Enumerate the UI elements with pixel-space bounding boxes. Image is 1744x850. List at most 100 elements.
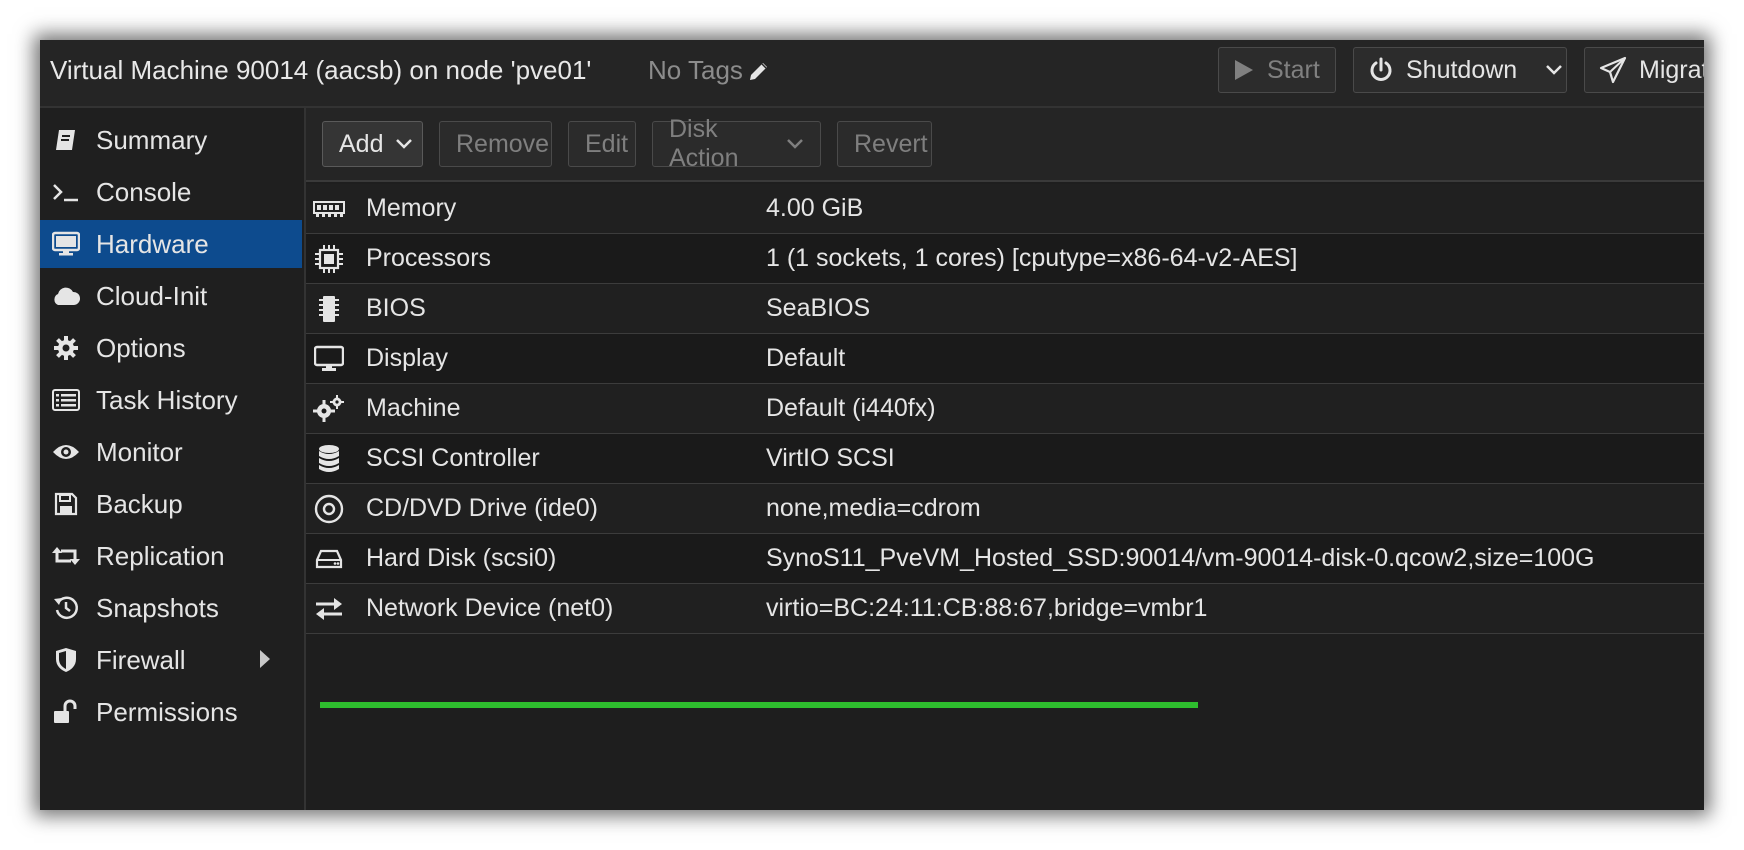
row-name: SCSI Controller: [366, 444, 540, 472]
row-value: Default: [766, 344, 846, 372]
migrate-button[interactable]: Migrate: [1584, 47, 1704, 93]
sidebar-item-summary[interactable]: Summary: [40, 116, 302, 164]
table-row[interactable]: Machine Default (i440fx): [306, 384, 1704, 434]
sidebar-item-monitor[interactable]: Monitor: [40, 428, 302, 476]
sidebar-item-label: Permissions: [96, 696, 238, 727]
database-icon: [312, 442, 346, 476]
chevron-down-icon[interactable]: [1545, 64, 1563, 76]
table-row[interactable]: CD/DVD Drive (ide0) none,media=cdrom: [306, 484, 1704, 534]
sidebar: Summary Console Hardware Cloud-Init Opti…: [40, 108, 306, 810]
memory-icon: [312, 192, 346, 226]
row-value: SeaBIOS: [766, 294, 871, 322]
table-row[interactable]: BIOS SeaBIOS: [306, 284, 1704, 334]
gear-icon: [50, 335, 82, 361]
selection-underline: [320, 702, 1198, 708]
floppy-icon: [50, 492, 82, 516]
shutdown-label: Shutdown: [1406, 55, 1518, 84]
row-value: 1 (1 sockets, 1 cores) [cputype=x86-64-v…: [766, 244, 1298, 272]
header-bar: Virtual Machine 90014 (aacsb) on node 'p…: [40, 40, 1704, 108]
start-label: Start: [1267, 55, 1320, 84]
row-name: Hard Disk (scsi0): [366, 544, 557, 572]
list-icon: [50, 389, 82, 411]
expand-arrow-icon[interactable]: [258, 648, 272, 670]
sidebar-item-label: Hardware: [96, 228, 209, 259]
chevron-down-icon: [786, 138, 804, 150]
edit-button[interactable]: Edit: [568, 121, 636, 167]
table-row[interactable]: SCSI Controller VirtIO SCSI: [306, 434, 1704, 484]
sidebar-item-label: Options: [96, 332, 186, 363]
sidebar-item-label: Task History: [96, 384, 238, 415]
shield-icon: [50, 647, 82, 673]
cpu-icon: [312, 242, 346, 276]
hdd-icon: [312, 542, 346, 576]
revert-label: Revert: [854, 129, 928, 158]
row-name: Memory: [366, 194, 457, 222]
microchip-icon: [312, 292, 346, 326]
sidebar-item-permissions[interactable]: Permissions: [40, 688, 302, 736]
page-title: Virtual Machine 90014 (aacsb) on node 'p…: [50, 55, 592, 85]
vm-window: Virtual Machine 90014 (aacsb) on node 'p…: [40, 40, 1704, 810]
row-value: SynoS11_PveVM_Hosted_SSD:90014/vm-90014-…: [766, 544, 1595, 572]
disk-action-label: Disk Action: [669, 115, 739, 172]
terminal-icon: [50, 181, 82, 203]
sidebar-item-backup[interactable]: Backup: [40, 480, 302, 528]
hardware-list: Memory 4.00 GiB Processors 1 (1 sockets,…: [306, 184, 1704, 634]
table-row[interactable]: Hard Disk (scsi0) SynoS11_PveVM_Hosted_S…: [306, 534, 1704, 584]
tags-editor[interactable]: No Tags: [648, 55, 771, 86]
sidebar-item-label: Summary: [96, 124, 208, 155]
row-value: none,media=cdrom: [766, 494, 981, 522]
sidebar-item-firewall[interactable]: Firewall: [40, 636, 302, 684]
row-name: Display: [366, 344, 448, 372]
add-button[interactable]: Add: [322, 121, 423, 167]
cdrom-icon: [312, 492, 346, 526]
history-icon: [50, 595, 82, 621]
edit-label: Edit: [585, 129, 629, 158]
row-name: Network Device (net0): [366, 594, 614, 622]
table-row[interactable]: Display Default: [306, 334, 1704, 384]
desktop-icon: [312, 342, 346, 376]
row-name: BIOS: [366, 294, 426, 322]
sidebar-item-replication[interactable]: Replication: [40, 532, 302, 580]
disk-action-button[interactable]: Disk Action: [652, 115, 821, 172]
sidebar-item-hardware[interactable]: Hardware: [40, 220, 302, 268]
row-name: CD/DVD Drive (ide0): [366, 494, 598, 522]
pencil-icon[interactable]: [747, 59, 771, 83]
revert-button[interactable]: Revert: [837, 121, 932, 167]
sidebar-item-label: Snapshots: [96, 592, 219, 623]
start-button[interactable]: Start: [1218, 47, 1336, 93]
table-row[interactable]: Memory 4.00 GiB: [306, 184, 1704, 234]
sidebar-item-snapshots[interactable]: Snapshots: [40, 584, 302, 632]
remove-label: Remove: [456, 129, 550, 158]
sidebar-item-label: Replication: [96, 540, 225, 571]
power-icon: [1368, 57, 1394, 83]
row-name: Processors: [366, 244, 492, 272]
sidebar-item-task-history[interactable]: Task History: [40, 376, 302, 424]
play-icon: [1233, 58, 1255, 82]
hardware-panel: Add Remove Edit Disk Action Revert Memor…: [306, 108, 1704, 810]
remove-button[interactable]: Remove: [439, 121, 552, 167]
migrate-label: Migrate: [1639, 55, 1704, 84]
hardware-toolbar: Add Remove Edit Disk Action Revert: [306, 108, 1704, 182]
sidebar-item-cloud-init[interactable]: Cloud-Init: [40, 272, 302, 320]
row-value: virtio=BC:24:11:CB:88:67,bridge=vmbr1: [766, 594, 1208, 622]
tags-label: No Tags: [648, 55, 743, 85]
table-row[interactable]: Processors 1 (1 sockets, 1 cores) [cputy…: [306, 234, 1704, 284]
exchange-icon: [312, 592, 346, 626]
shutdown-button[interactable]: Shutdown: [1353, 47, 1567, 93]
sidebar-item-console[interactable]: Console: [40, 168, 302, 216]
sidebar-item-label: Firewall: [96, 644, 186, 675]
cogs-icon: [312, 392, 346, 426]
sidebar-item-label: Console: [96, 176, 192, 207]
row-value: VirtIO SCSI: [766, 444, 895, 472]
sidebar-item-options[interactable]: Options: [40, 324, 302, 372]
book-icon: [50, 127, 82, 153]
chevron-down-icon: [395, 138, 413, 150]
table-row[interactable]: Network Device (net0) virtio=BC:24:11:CB…: [306, 584, 1704, 634]
retweet-icon: [50, 545, 82, 567]
sidebar-item-label: Backup: [96, 488, 183, 519]
sidebar-item-label: Cloud-Init: [96, 280, 208, 311]
cloud-icon: [50, 285, 82, 307]
add-label: Add: [339, 129, 384, 158]
row-value: Default (i440fx): [766, 394, 936, 422]
paper-plane-icon: [1599, 56, 1627, 84]
